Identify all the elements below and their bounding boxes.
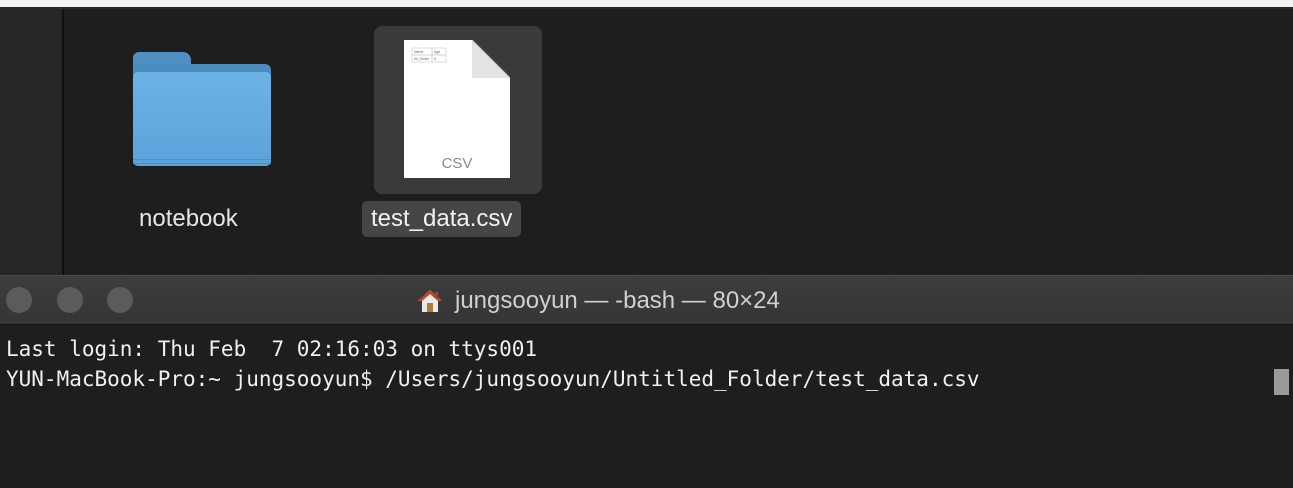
file-label-highlight[interactable]: test_data.csv: [362, 201, 522, 237]
terminal-body[interactable]: Last login: Thu Feb 7 02:16:03 on ttys00…: [0, 325, 1293, 488]
minimize-button[interactable]: [57, 287, 83, 313]
csv-preview-cell: Name: [414, 50, 423, 54]
terminal-line-prompt[interactable]: YUN-MacBook-Pro:~ jungsooyun$ /Users/jun…: [6, 365, 992, 393]
terminal-window: jungsooyun — -bash — 80×24 Last login: T…: [0, 275, 1293, 488]
csv-preview-cell: 6: [434, 57, 436, 61]
home-icon: [418, 290, 442, 312]
finder-window: notebook Name Age Kil_Dinter 6 CSV test_…: [0, 0, 1293, 275]
csv-preview-cell: Age: [434, 50, 440, 54]
close-button[interactable]: [6, 287, 32, 313]
csv-badge-text: CSV: [442, 155, 473, 172]
finder-top-edge: [0, 0, 1293, 7]
finder-sidebar[interactable]: [0, 9, 62, 275]
file-label-test-data[interactable]: test_data.csv: [371, 205, 512, 232]
csv-preview-cell: Kil_Dinter: [414, 57, 430, 61]
terminal-titlebar[interactable]: jungsooyun — -bash — 80×24: [0, 275, 1293, 325]
zoom-button[interactable]: [107, 287, 133, 313]
terminal-line-last-login: Last login: Thu Feb 7 02:16:03 on ttys00…: [6, 337, 538, 361]
terminal-title-text: jungsooyun — -bash — 80×24: [455, 287, 780, 314]
csv-document-icon[interactable]: Name Age Kil_Dinter 6 CSV: [404, 40, 510, 178]
folder-icon[interactable]: [133, 52, 273, 168]
terminal-cursor: [1274, 369, 1289, 395]
terminal-title: jungsooyun — -bash — 80×24: [417, 285, 780, 317]
folder-label-notebook[interactable]: notebook: [139, 204, 238, 234]
